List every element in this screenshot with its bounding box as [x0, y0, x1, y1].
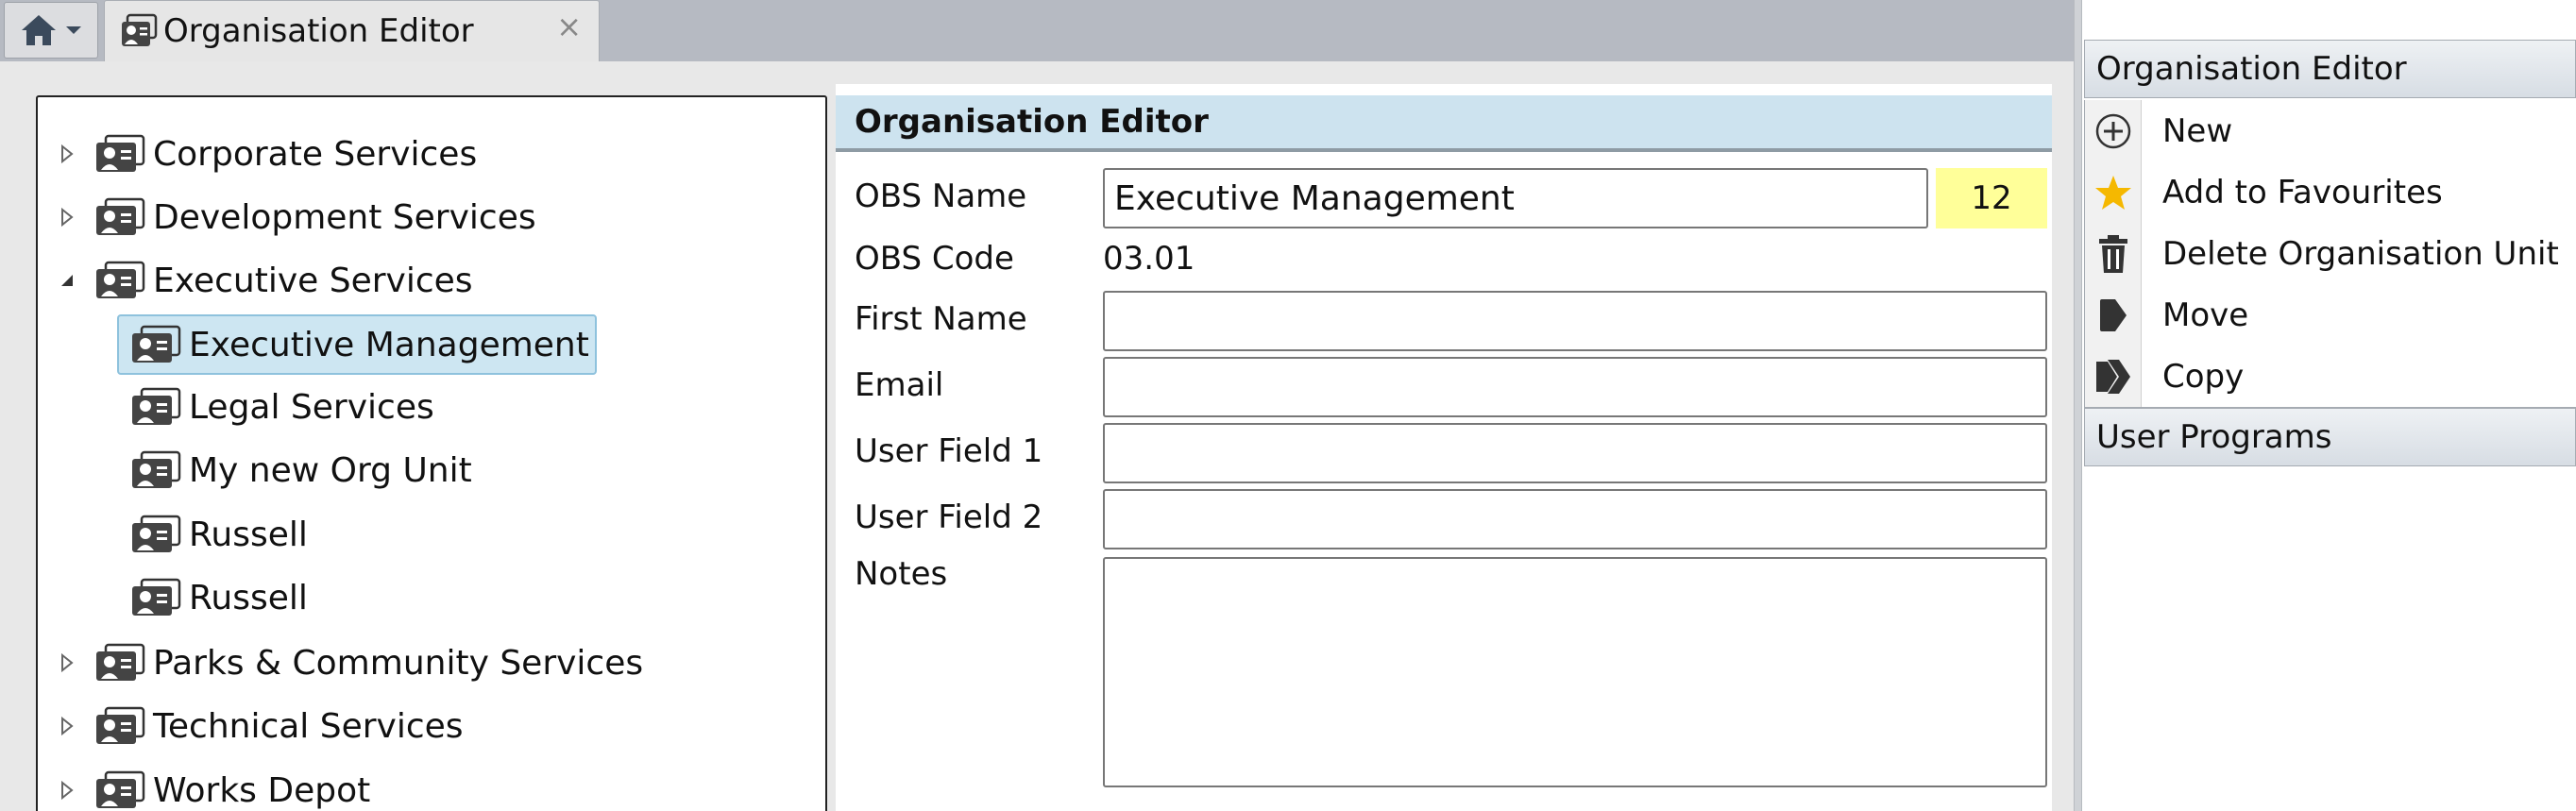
- new-action[interactable]: New: [2085, 100, 2576, 161]
- tree-node-label: Russell: [189, 578, 308, 617]
- star-icon: [2095, 175, 2131, 210]
- tree-node-label: Executive Services: [153, 261, 473, 300]
- tree-node-label: My new Org Unit: [189, 450, 472, 490]
- expand-arrow-icon[interactable]: [53, 649, 81, 677]
- obs-name-input[interactable]: [1103, 168, 1928, 228]
- org-unit-icon: [132, 515, 181, 552]
- user-field-1-input[interactable]: [1103, 423, 2047, 483]
- actions-panel-title: Organisation Editor: [2096, 50, 2407, 88]
- org-unit-icon: [132, 450, 181, 488]
- icon-cell: [2085, 100, 2142, 161]
- icon-cell: [2085, 284, 2142, 346]
- obs-name-count-badge: 12: [1936, 168, 2047, 228]
- org-unit-icon: [122, 13, 158, 46]
- actions-list: New Add to Favourites Delete Organisatio…: [2084, 100, 2576, 408]
- tree-node-russell-2[interactable]: Russell: [130, 571, 308, 624]
- tree-node-label: Executive Management: [189, 325, 589, 364]
- expand-arrow-icon[interactable]: [53, 203, 81, 231]
- copy-action[interactable]: Copy: [2085, 346, 2576, 407]
- email-input[interactable]: [1103, 357, 2047, 417]
- org-unit-icon: [96, 706, 145, 744]
- org-unit-icon: [96, 197, 145, 235]
- org-unit-icon: [96, 643, 145, 681]
- icon-cell: [2085, 223, 2142, 284]
- icon-cell: [2085, 346, 2142, 407]
- delete-organisation-unit-action[interactable]: Delete Organisation Unit: [2085, 223, 2576, 284]
- tree-node-label: Parks & Community Services: [153, 643, 644, 683]
- obs-name-label: OBS Name: [855, 177, 1027, 215]
- tab-title: Organisation Editor: [163, 12, 474, 50]
- tree-node-russell[interactable]: Russell: [130, 508, 308, 561]
- organisation-editor-form: Organisation Editor OBS Name 12 OBS Code…: [836, 84, 2052, 811]
- expand-arrow-icon[interactable]: [53, 712, 81, 740]
- obs-code-value: 03.01: [1103, 240, 1195, 278]
- user-field-2-input[interactable]: [1103, 489, 2047, 549]
- org-unit-icon: [96, 770, 145, 808]
- tree-node-label: Corporate Services: [153, 134, 478, 174]
- home-icon: [22, 15, 56, 45]
- copy-action-label: Copy: [2162, 357, 2245, 396]
- tree-node-parks-community-services[interactable]: Parks & Community Services: [53, 636, 643, 689]
- move-action[interactable]: Move: [2085, 284, 2576, 346]
- move-icon: [2100, 298, 2127, 331]
- actions-panel-header[interactable]: Organisation Editor: [2084, 40, 2576, 98]
- tab-bar: Organisation Editor ×: [0, 0, 2074, 61]
- first-name-label: First Name: [855, 300, 1027, 338]
- content-area: Corporate Services Development Services: [0, 61, 2074, 811]
- email-label: Email: [855, 366, 944, 404]
- notes-label: Notes: [855, 555, 948, 593]
- add-to-favourites-action[interactable]: Add to Favourites: [2085, 161, 2576, 223]
- tree-node-executive-management[interactable]: Executive Management: [117, 314, 597, 375]
- editor-title: Organisation Editor: [855, 103, 1209, 141]
- tree-node-development-services[interactable]: Development Services: [53, 191, 536, 244]
- actions-panel: Organisation Editor New Add to Favourite…: [2082, 0, 2576, 811]
- icon-cell: [2085, 161, 2142, 223]
- delete-organisation-unit-label: Delete Organisation Unit: [2162, 234, 2559, 273]
- user-programs-title: User Programs: [2096, 418, 2332, 456]
- expand-arrow-icon[interactable]: [53, 140, 81, 168]
- chevron-down-icon: [66, 26, 81, 34]
- panel-splitter[interactable]: [2074, 0, 2082, 811]
- first-name-input[interactable]: [1103, 291, 2047, 351]
- tree-node-label: Russell: [189, 515, 308, 554]
- tree-node-executive-services[interactable]: Executive Services: [53, 254, 473, 307]
- tree-node-works-depot[interactable]: Works Depot: [53, 764, 370, 811]
- tree-node-technical-services[interactable]: Technical Services: [53, 700, 464, 752]
- obs-code-label: OBS Code: [855, 240, 1014, 278]
- home-menu-button[interactable]: [4, 2, 98, 59]
- organisation-tree[interactable]: Corporate Services Development Services: [36, 95, 827, 811]
- org-unit-icon: [132, 325, 181, 363]
- add-to-favourites-label: Add to Favourites: [2162, 173, 2443, 211]
- tab-organisation-editor[interactable]: Organisation Editor ×: [104, 0, 600, 61]
- user-programs-header[interactable]: User Programs: [2084, 408, 2576, 466]
- new-action-label: New: [2162, 111, 2233, 150]
- user-field-2-label: User Field 2: [855, 498, 1043, 536]
- tree-node-label: Works Depot: [153, 770, 371, 810]
- org-unit-icon: [132, 387, 181, 425]
- close-tab-icon[interactable]: ×: [556, 8, 582, 44]
- org-unit-icon: [132, 578, 181, 616]
- org-unit-icon: [96, 261, 145, 298]
- tree-node-label: Technical Services: [153, 706, 464, 746]
- tree-node-my-new-org-unit[interactable]: My new Org Unit: [130, 444, 472, 497]
- notes-textarea[interactable]: [1103, 557, 2047, 787]
- tree-node-label: Legal Services: [189, 387, 434, 427]
- trash-icon: [2099, 234, 2127, 273]
- expand-arrow-icon[interactable]: [53, 776, 81, 804]
- editor-header: Organisation Editor: [836, 95, 2052, 152]
- collapse-arrow-icon[interactable]: [53, 266, 81, 295]
- user-field-1-label: User Field 1: [855, 432, 1043, 470]
- move-action-label: Move: [2162, 296, 2249, 334]
- copy-icon: [2096, 359, 2130, 394]
- tree-node-label: Development Services: [153, 197, 536, 237]
- org-unit-icon: [96, 134, 145, 172]
- plus-circle-icon: [2095, 113, 2131, 148]
- tree-node-legal-services[interactable]: Legal Services: [130, 380, 434, 433]
- tree-node-corporate-services[interactable]: Corporate Services: [53, 127, 477, 180]
